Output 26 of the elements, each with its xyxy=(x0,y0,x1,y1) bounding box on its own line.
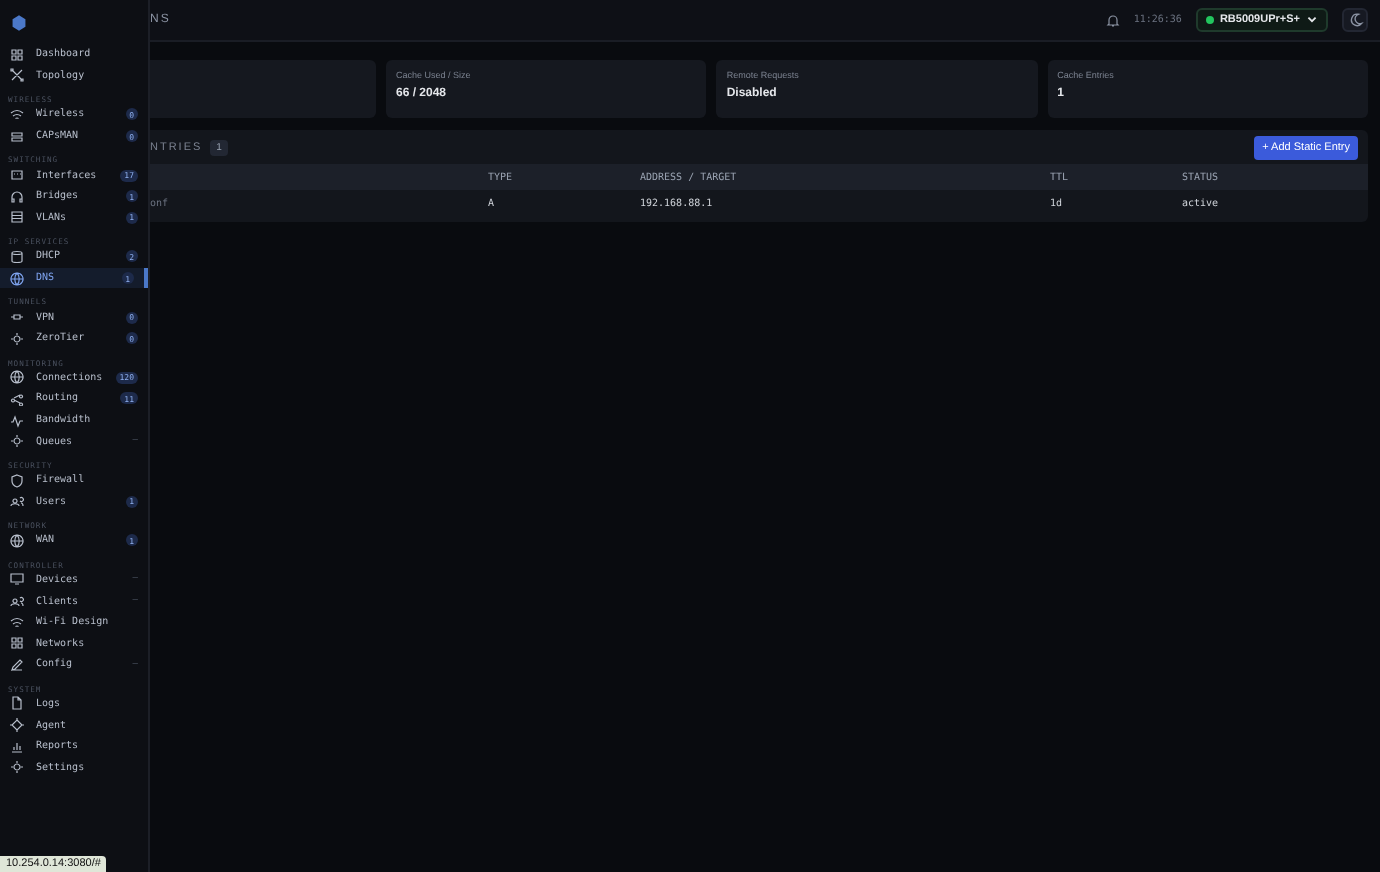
theme-toggle[interactable] xyxy=(1342,8,1368,32)
bell-icon[interactable] xyxy=(1105,13,1120,27)
grid-icon xyxy=(10,636,24,651)
globe-icon xyxy=(10,533,24,548)
cross-icon xyxy=(10,68,24,83)
share-icon xyxy=(10,391,24,406)
wifi-icon xyxy=(10,615,24,630)
globe-icon xyxy=(10,271,24,286)
users-icon xyxy=(10,594,24,609)
database-icon xyxy=(10,249,24,264)
shield-icon xyxy=(10,473,24,488)
wave-icon xyxy=(10,413,24,428)
users-icon xyxy=(10,494,24,509)
wifi-icon xyxy=(10,107,24,122)
file-icon xyxy=(10,696,24,711)
logo-icon xyxy=(10,13,28,31)
grid-icon xyxy=(10,47,24,62)
diamond-icon xyxy=(10,718,24,733)
chart-icon xyxy=(10,739,24,754)
globe-icon xyxy=(10,370,24,385)
monitor-icon xyxy=(10,572,24,587)
headphones-icon xyxy=(10,189,24,204)
moon-icon xyxy=(1347,12,1363,28)
pencil-icon xyxy=(10,657,24,672)
list-icon xyxy=(10,210,24,225)
chevron-down-icon xyxy=(1306,14,1318,26)
